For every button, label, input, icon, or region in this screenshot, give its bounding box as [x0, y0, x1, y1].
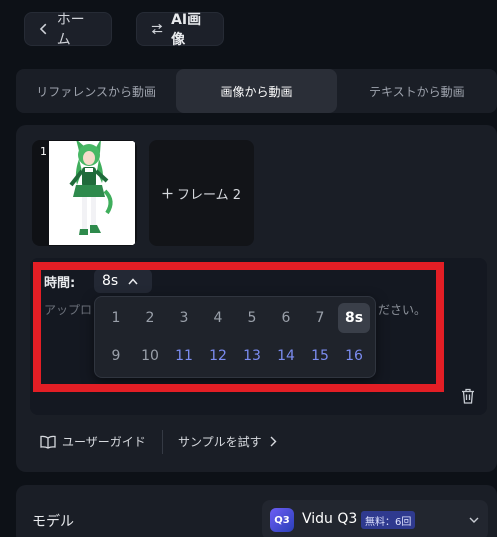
- user-guide-link[interactable]: ユーザーガイド: [40, 433, 146, 450]
- tab-label: 画像から動画: [220, 84, 293, 99]
- tab-text-to-video[interactable]: テキストから動画: [337, 69, 497, 113]
- try-sample-link[interactable]: サンプルを試す: [178, 433, 277, 450]
- chevron-up-icon: [128, 277, 138, 284]
- duration-option-11[interactable]: 11: [168, 341, 200, 371]
- tab-label: リファレンスから動画: [36, 84, 157, 99]
- duration-dropdown: 1 2 3 4 5 6 7 8s 9 10 11 12 13 14 15 16: [94, 296, 376, 378]
- duration-option-15[interactable]: 15: [304, 341, 336, 371]
- character-illustration: [69, 141, 113, 235]
- duration-option-5[interactable]: 5: [236, 303, 268, 333]
- vidu-q3-logo: Q3: [270, 508, 294, 532]
- chevron-right-icon: [270, 436, 277, 447]
- uploaded-image: [49, 141, 135, 245]
- mode-tabs: リファレンスから動画 画像から動画 テキストから動画: [16, 69, 497, 113]
- free-uses-badge: 無料：6回: [361, 511, 416, 529]
- chevron-down-icon[interactable]: [468, 514, 480, 526]
- model-name: Vidu Q3: [302, 511, 358, 527]
- duration-option-2[interactable]: 2: [134, 303, 166, 333]
- duration-option-1[interactable]: 1: [100, 303, 132, 333]
- duration-label: 時間:: [44, 276, 76, 291]
- duration-option-9[interactable]: 9: [100, 341, 132, 371]
- book-icon: [40, 435, 56, 449]
- try-sample-label: サンプルを試す: [178, 435, 262, 449]
- duration-option-6[interactable]: 6: [270, 303, 302, 333]
- home-button[interactable]: ホーム: [24, 12, 112, 48]
- frame-number: 1: [40, 145, 47, 158]
- tab-label: テキストから動画: [368, 84, 465, 99]
- duration-select[interactable]: 8s: [94, 269, 152, 293]
- duration-option-8s[interactable]: 8s: [338, 303, 370, 333]
- model-label: モデル: [32, 514, 74, 530]
- tab-reference-to-video[interactable]: リファレンスから動画: [16, 69, 176, 113]
- prompt-placeholder-end: ださい。: [378, 303, 427, 317]
- frame-1-thumbnail[interactable]: 1: [32, 140, 137, 246]
- divider: [162, 430, 163, 454]
- duration-option-16[interactable]: 16: [338, 341, 370, 371]
- frame-2-label: フレーム 2: [176, 187, 241, 203]
- swap-icon: [151, 23, 163, 35]
- duration-option-13[interactable]: 13: [236, 341, 268, 371]
- duration-option-14[interactable]: 14: [270, 341, 302, 371]
- ai-image-button[interactable]: AI画像: [136, 12, 224, 48]
- trash-icon[interactable]: [459, 387, 477, 405]
- prompt-placeholder-start: アップロ: [44, 303, 93, 317]
- home-label: ホーム: [56, 12, 85, 48]
- duration-option-3[interactable]: 3: [168, 303, 200, 333]
- duration-value: 8s: [102, 273, 119, 289]
- duration-option-4[interactable]: 4: [202, 303, 234, 333]
- tab-image-to-video[interactable]: 画像から動画: [176, 69, 337, 113]
- duration-option-12[interactable]: 12: [202, 341, 234, 371]
- chevron-left-icon: [39, 23, 47, 35]
- frame-2-add-button[interactable]: フレーム 2: [149, 140, 254, 246]
- user-guide-label: ユーザーガイド: [62, 435, 146, 449]
- ai-image-label: AI画像: [171, 12, 202, 48]
- duration-option-7[interactable]: 7: [304, 303, 336, 333]
- plus-icon: [162, 188, 173, 198]
- duration-option-10[interactable]: 10: [134, 341, 166, 371]
